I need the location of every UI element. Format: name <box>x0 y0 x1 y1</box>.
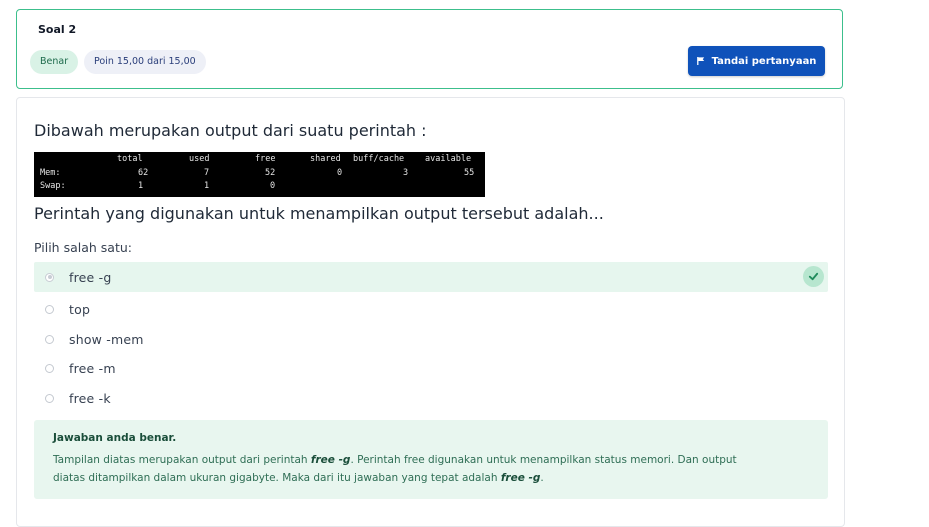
answer-option-label: free -k <box>69 390 111 406</box>
feedback-text-part: Tampilan diatas merupakan output dari pe… <box>53 454 311 466</box>
answer-option[interactable]: free -g <box>34 262 828 292</box>
radio-button[interactable] <box>45 393 54 403</box>
feedback-text-part: . Perintah free digunakan untuk menampil… <box>350 454 737 466</box>
terminal-cell: 62 <box>138 168 149 178</box>
terminal-cell: 7 <box>204 168 210 178</box>
status-badge: Benar <box>30 50 79 74</box>
terminal-header: free <box>255 154 276 164</box>
question-content-card: Dibawah merupakan output dari suatu peri… <box>16 97 845 527</box>
terminal-header: used <box>189 154 210 164</box>
answer-option[interactable]: free -k <box>34 383 828 413</box>
answer-option-label: show -mem <box>69 331 144 347</box>
question-number: Soal 2 <box>38 23 77 36</box>
question-text: Perintah yang digunakan untuk menampilka… <box>34 204 604 223</box>
terminal-cell: 3 <box>403 168 409 178</box>
terminal-output: total used free shared buff/cache availa… <box>34 152 485 197</box>
radio-button[interactable] <box>45 334 54 344</box>
terminal-header: buff/cache <box>353 154 405 164</box>
terminal-cell: 0 <box>270 181 276 191</box>
terminal-cell: 55 <box>464 168 475 178</box>
feedback-text-part: . <box>540 472 544 484</box>
feedback-title: Jawaban anda benar. <box>53 432 177 444</box>
terminal-row-label: Mem: <box>40 168 61 178</box>
feedback-text-part: diatas ditampilkan dalam ukuran gigabyte… <box>53 472 501 484</box>
terminal-cell: 0 <box>337 168 343 178</box>
feedback-command: free -g <box>500 472 541 484</box>
question-prompt: Dibawah merupakan output dari suatu peri… <box>34 121 427 140</box>
answer-option[interactable]: free -m <box>34 353 828 383</box>
radio-button[interactable] <box>45 363 54 373</box>
flag-question-button[interactable]: Tandai pertanyaan <box>688 46 825 76</box>
terminal-cell: 1 <box>138 181 144 191</box>
terminal-cell: 1 <box>204 181 210 191</box>
feedback-text: Tampilan diatas merupakan output dari pe… <box>53 451 809 487</box>
terminal-header: total <box>117 154 143 164</box>
feedback-command: free -g <box>310 454 351 466</box>
terminal-header: shared <box>310 154 341 164</box>
radio-button[interactable] <box>45 272 54 282</box>
flag-icon <box>696 57 704 65</box>
radio-button[interactable] <box>45 304 54 314</box>
answer-option-label: free -g <box>69 269 112 285</box>
feedback-box: Jawaban anda benar. Tampilan diatas meru… <box>34 420 828 499</box>
checkmark-icon <box>803 266 824 287</box>
answer-option-label: top <box>69 301 91 317</box>
question-header-card: Soal 2 Benar Poin 15,00 dari 15,00 Tanda… <box>16 9 843 89</box>
points-badge: Poin 15,00 dari 15,00 <box>84 50 206 74</box>
answer-option[interactable]: show -mem <box>34 324 828 354</box>
terminal-cell: 52 <box>265 168 276 178</box>
terminal-header: available <box>425 154 472 164</box>
answer-option[interactable]: top <box>34 294 828 324</box>
answer-option-label: free -m <box>69 360 116 376</box>
choose-one-label: Pilih salah satu: <box>34 240 132 255</box>
flag-question-label: Tandai pertanyaan <box>711 55 817 67</box>
terminal-row-label: Swap: <box>40 181 66 191</box>
